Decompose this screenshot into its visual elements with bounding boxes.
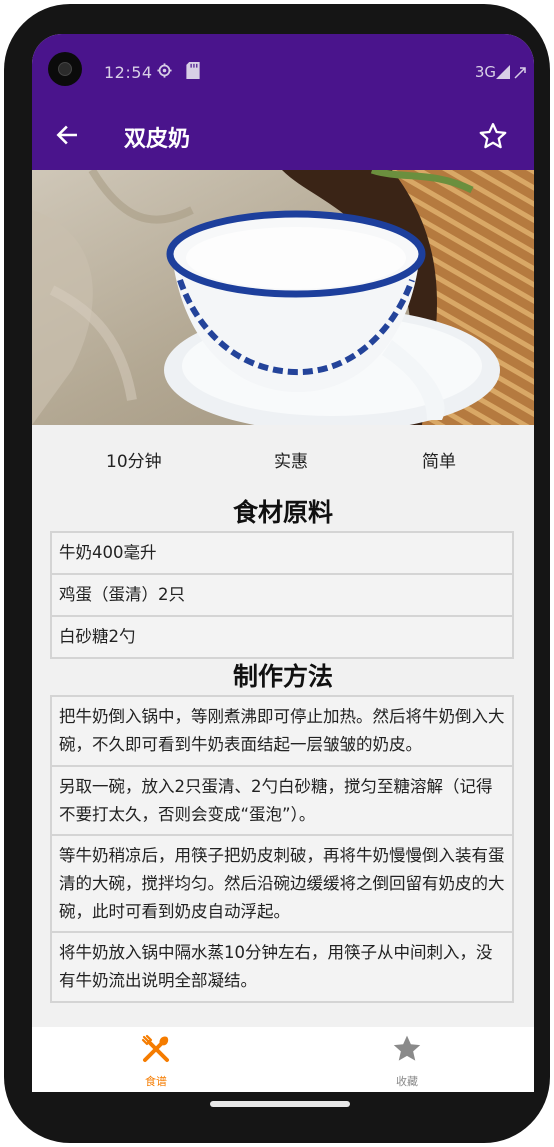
nav-item-recipes[interactable]: 食谱: [116, 1033, 196, 1089]
status-time: 12:54: [104, 63, 153, 82]
nav-label-recipes: 食谱: [145, 1075, 167, 1088]
method-step: 另取一碗，放入2只蛋清、2勺白砂糖，搅匀至糖溶解（记得不要打太久，否则会变成“蛋…: [50, 765, 514, 837]
home-indicator[interactable]: [210, 1101, 350, 1107]
back-arrow-icon[interactable]: [54, 122, 80, 152]
ingredient-item: 鸡蛋（蛋清）2只: [50, 573, 514, 617]
screen: 12:54 3G 双皮奶 10分钟 实惠 简单 食材原料 牛奶400毫升 鸡蛋（…: [32, 34, 534, 1092]
recipe-time: 10分钟: [106, 452, 162, 472]
page-title: 双皮奶: [124, 127, 191, 152]
method-step: 把牛奶倒入锅中，等刚煮沸即可停止加热。然后将牛奶倒入大碗，不久即可看到牛奶表面结…: [50, 695, 514, 767]
method-step: 等牛奶稍凉后，用筷子把奶皮刺破，再将牛奶慢慢倒入装有蛋清的大碗，搅拌均匀。然后沿…: [50, 834, 514, 934]
network-type: 3G: [474, 63, 496, 81]
recipe-cost: 实惠: [274, 452, 308, 472]
battery-icon: [514, 64, 526, 83]
app-bar: 双皮奶: [32, 104, 534, 170]
utensils-icon: [140, 1034, 172, 1069]
bottom-navigation: 食谱 收藏: [32, 1027, 534, 1092]
recipe-image: [32, 166, 534, 432]
favorite-star-icon[interactable]: [478, 121, 508, 155]
method-heading: 制作方法: [232, 662, 333, 691]
ingredients-heading: 食材原料: [232, 498, 333, 527]
nav-item-favorites[interactable]: 收藏: [367, 1033, 447, 1089]
nav-label-favorites: 收藏: [396, 1075, 418, 1088]
settings-status-icon: [156, 62, 173, 83]
ingredient-item: 白砂糖2勺: [50, 615, 514, 659]
sd-card-icon: [186, 62, 200, 83]
status-bar: 12:54 3G: [32, 34, 534, 104]
phone-frame: 12:54 3G 双皮奶 10分钟 实惠 简单 食材原料 牛奶400毫升 鸡蛋（…: [4, 4, 550, 1143]
signal-icon: [496, 64, 510, 83]
method-step: 将牛奶放入锅中隔水蒸10分钟左右，用筷子从中间刺入，没有牛奶流出说明全部凝结。: [50, 931, 514, 1003]
camera-cutout: [48, 52, 82, 86]
star-icon: [391, 1035, 423, 1069]
ingredient-item: 牛奶400毫升: [50, 531, 514, 575]
recipe-difficulty: 简单: [422, 452, 456, 472]
